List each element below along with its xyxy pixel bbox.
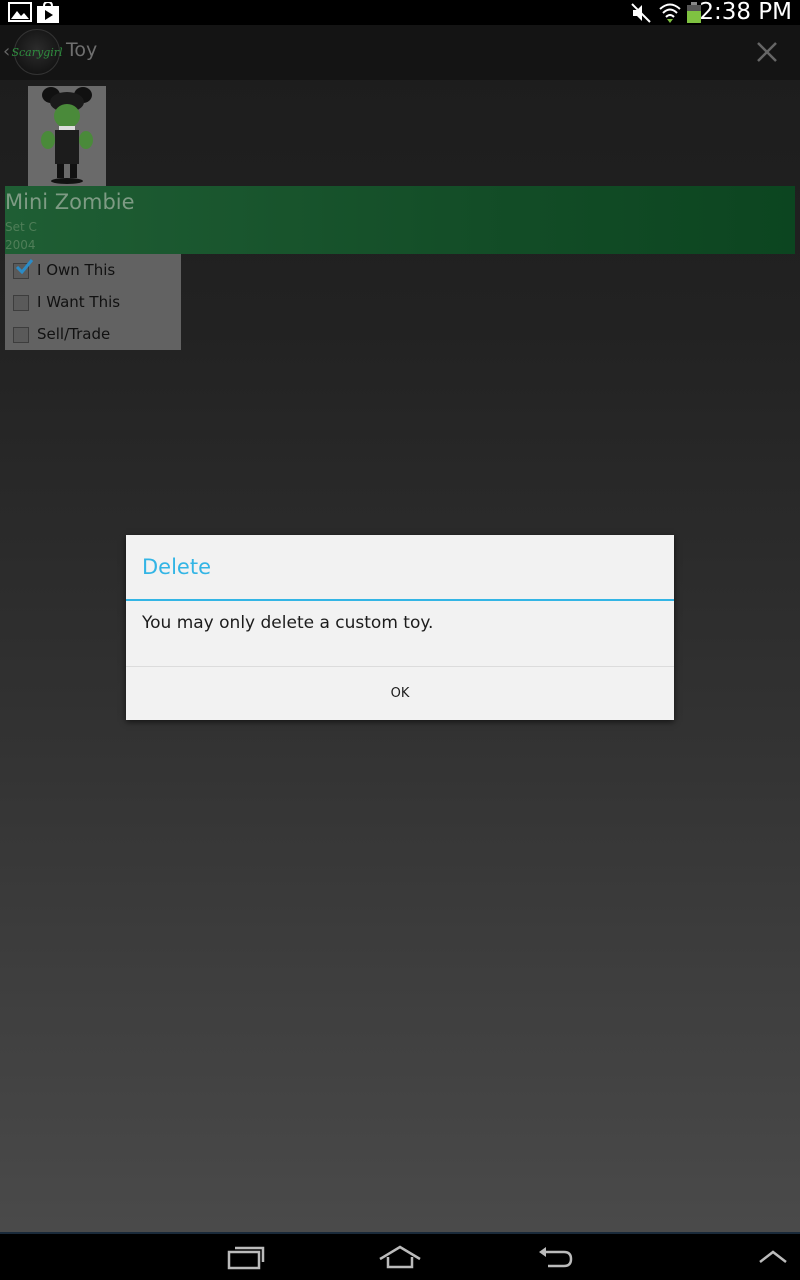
app-logo[interactable]: Scarygirl [11,29,63,75]
checkbox-sell-trade-label: Sell/Trade [37,325,111,343]
back-icon[interactable] [536,1244,574,1274]
status-time: 2:38 PM [699,0,792,25]
toy-info-banner: Mini Zombie Set C 2004 [5,186,795,254]
up-caret-icon[interactable]: ‹ [3,41,10,62]
page-title: Toy [66,39,98,61]
checkbox-want-label: I Want This [37,293,121,311]
app-logo-text: Scarygirl [11,45,63,59]
chevron-up-icon[interactable] [756,1244,790,1274]
checkbox-sell-trade[interactable]: Sell/Trade [5,318,181,350]
recent-apps-icon[interactable] [226,1244,266,1274]
action-bar: ‹ Scarygirl Toy [0,25,800,80]
home-icon[interactable] [378,1244,422,1274]
dialog-message: You may only delete a custom toy. [142,613,434,633]
checkbox-want-box[interactable] [13,295,29,311]
close-icon[interactable] [754,39,780,65]
toy-year: 2004 [5,238,36,252]
checkbox-want[interactable]: I Want This [5,286,181,318]
ok-button[interactable]: OK [126,667,674,720]
checkmark-icon [14,257,34,277]
checkbox-own[interactable]: I Own This [5,254,181,286]
dialog-title-divider [126,599,674,601]
checkbox-sell-trade-box[interactable] [13,327,29,343]
navigation-bar [0,1232,800,1280]
checkbox-own-label: I Own This [37,261,116,279]
toy-image[interactable] [28,86,106,186]
ownership-checkboxes: I Own This I Want This Sell/Trade [5,254,181,350]
toy-name: Mini Zombie [5,190,135,214]
delete-dialog: Delete You may only delete a custom toy.… [126,535,674,720]
toy-set: Set C [5,220,37,234]
gallery-icon [8,2,32,26]
status-bar: 2:38 PM [0,0,800,25]
dialog-title: Delete [142,555,211,579]
